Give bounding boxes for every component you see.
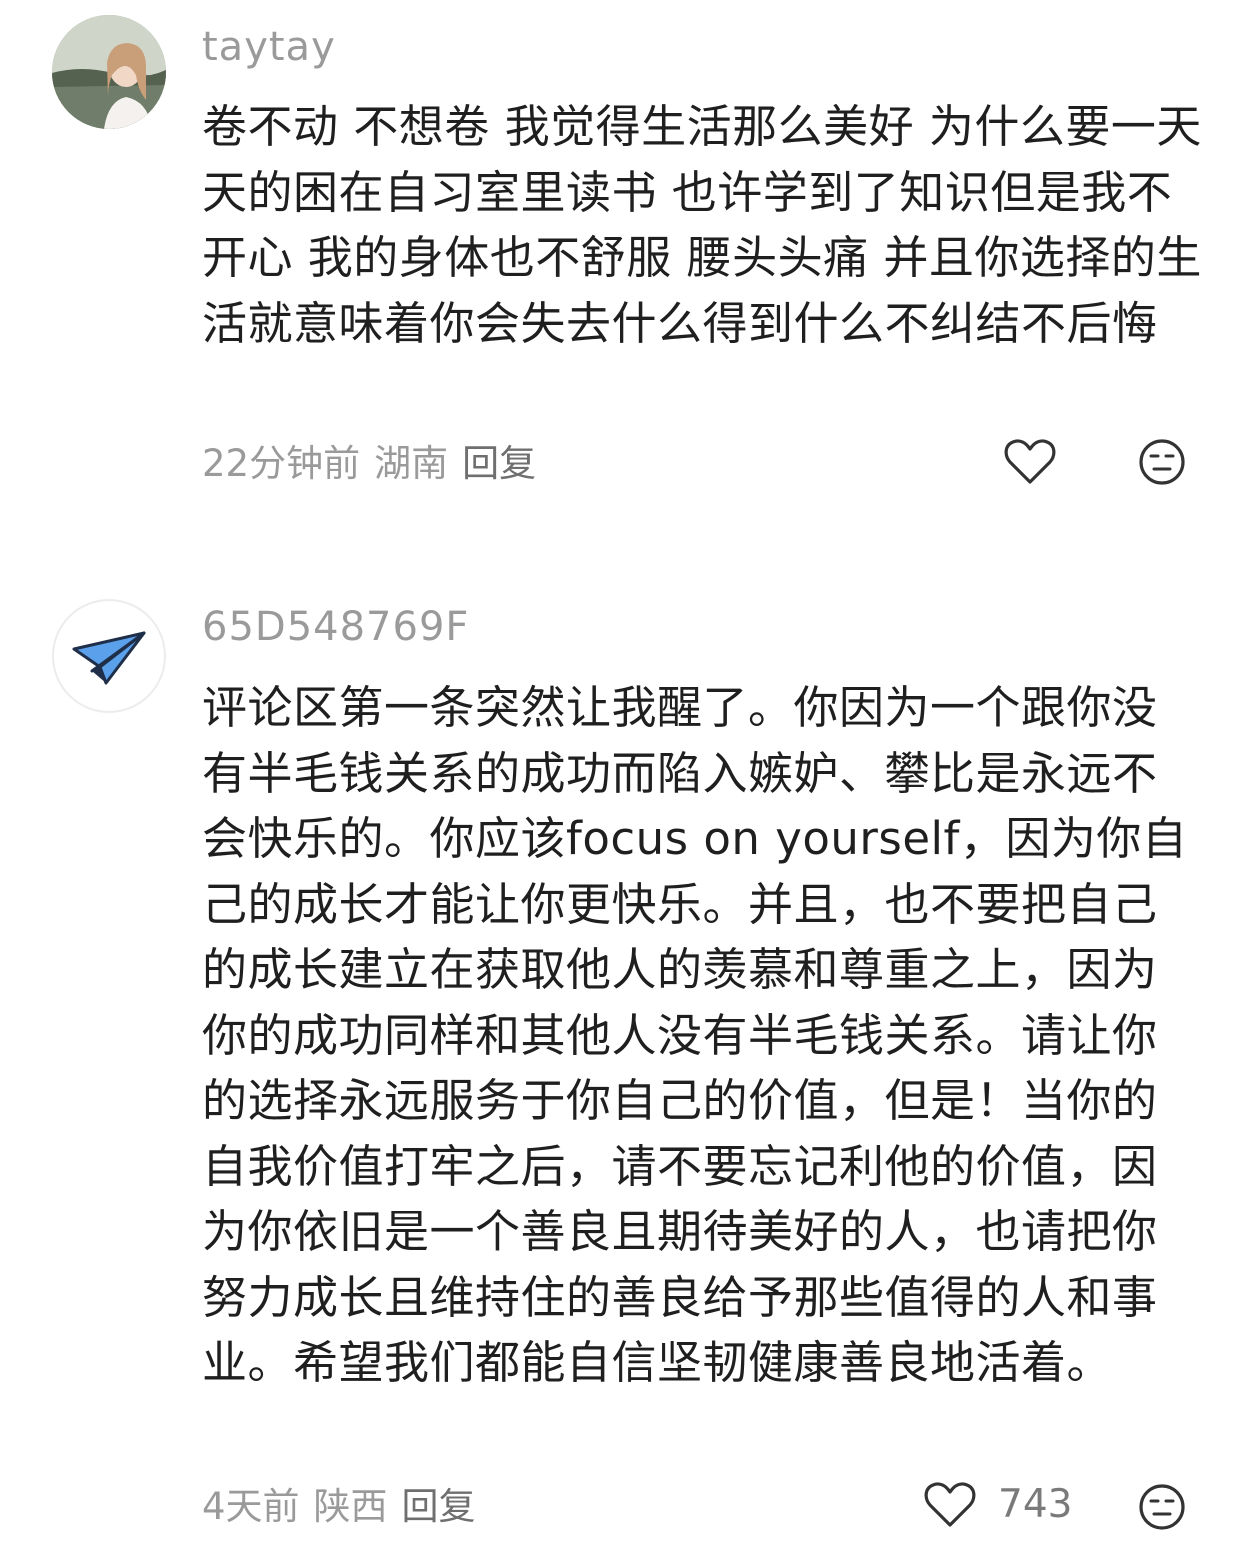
like-count: 743 [998, 1482, 1073, 1527]
comment-time: 22分钟前 [202, 442, 361, 485]
comment-text: 卷不动 不想卷 我觉得生活那么美好 为什么要一天天的困在自习室里读书 也许学到了… [202, 100, 1202, 350]
comment-text: 评论区第一条突然让我醒了。你因为一个跟你没有半毛钱关系的成功而陷入嫉妒、攀比是永… [202, 681, 1188, 1389]
username[interactable]: 65D548769F [202, 602, 469, 652]
avatar[interactable] [52, 15, 166, 129]
like-button[interactable] [1004, 438, 1056, 486]
meh-face-icon [1139, 1484, 1185, 1530]
dislike-button[interactable] [1138, 1483, 1186, 1535]
like-button[interactable]: 743 [924, 1481, 1072, 1529]
username[interactable]: taytay [202, 22, 336, 72]
comment-item: 65D548769F 评论区第一条突然让我醒了。你因为一个跟你没有半毛钱关系的成… [0, 580, 1260, 1555]
heart-outline-icon [1004, 439, 1056, 484]
comment-location: 陕西 [313, 1485, 388, 1528]
reply-button[interactable]: 回复 [462, 442, 536, 485]
paper-plane-avatar-icon [72, 631, 146, 685]
heart-outline-icon [924, 1482, 976, 1527]
dislike-button[interactable] [1138, 438, 1186, 490]
comment-meta: 22分钟前 湖南 回复 [202, 440, 550, 488]
comment-time: 4天前 [202, 1485, 300, 1528]
comment-location: 湖南 [374, 442, 449, 485]
comment-meta: 4天前 陕西 回复 [202, 1483, 490, 1531]
meh-face-icon [1139, 439, 1185, 485]
avatar[interactable] [52, 599, 166, 713]
reply-button[interactable]: 回复 [402, 1485, 476, 1528]
comment-item: taytay 卷不动 不想卷 我觉得生活那么美好 为什么要一天天的困在自习室里读… [0, 0, 1260, 520]
portrait-photo-avatar-icon [52, 15, 166, 129]
